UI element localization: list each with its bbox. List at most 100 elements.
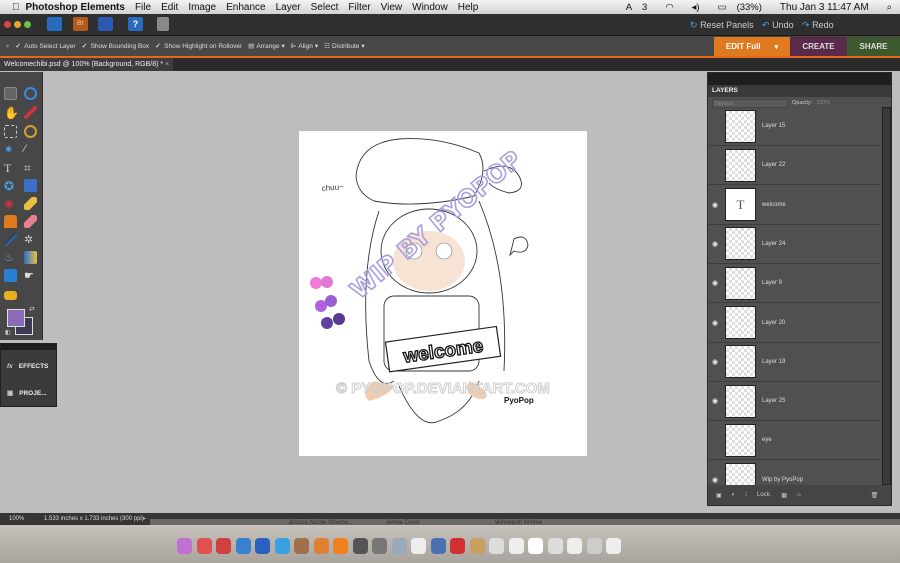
gradient-tool-icon[interactable] <box>24 251 37 264</box>
visibility-eye-icon[interactable]: ◉ <box>708 240 722 248</box>
link-layers-icon[interactable]: ⁞ <box>745 492 747 498</box>
healing-brush-tool-icon[interactable] <box>24 197 37 210</box>
menu-help[interactable]: Help <box>458 2 479 13</box>
move-tool-icon[interactable] <box>4 87 17 100</box>
dock-app-icon[interactable] <box>196 538 212 554</box>
arrange-dropdown[interactable]: ▤ Arrange ▾ <box>248 42 285 51</box>
dock-app-icon[interactable] <box>255 538 270 554</box>
layer-row[interactable]: ◉ Layer 24 <box>708 225 881 264</box>
menu-filter[interactable]: Filter <box>348 2 370 13</box>
smudge-tool-icon[interactable]: ☛ <box>24 269 37 282</box>
type-tool-icon[interactable]: T <box>4 161 17 175</box>
layers-scrollbar[interactable] <box>882 107 891 485</box>
visibility-eye-icon[interactable]: ◉ <box>708 397 722 405</box>
swap-colors-icon[interactable]: ⇄ <box>29 305 35 313</box>
lasso-tool-icon[interactable] <box>24 125 37 138</box>
dock-app-icon[interactable] <box>469 538 485 554</box>
hand-tool-icon[interactable]: ✋ <box>4 106 19 120</box>
cookie-cutter-tool-icon[interactable]: ✪ <box>4 179 17 193</box>
adjustment-layer-icon[interactable]: ◐ <box>732 492 736 498</box>
save-icon[interactable] <box>98 17 113 31</box>
dock-app-icon[interactable] <box>313 538 329 554</box>
menu-enhance[interactable]: Enhance <box>226 2 265 13</box>
dock-app-icon[interactable] <box>547 538 563 554</box>
dock-app-icon[interactable] <box>606 538 621 554</box>
distribute-dropdown[interactable]: ☷ Distribute ▾ <box>324 42 365 51</box>
menu-view[interactable]: View <box>381 2 403 13</box>
layout-icon[interactable] <box>157 17 169 31</box>
document-tab[interactable]: Welcomechibi.psd @ 100% (Background, RGB… <box>0 58 174 71</box>
bridge-button[interactable]: Br <box>73 17 88 31</box>
dock-app-icon[interactable] <box>177 538 192 554</box>
tab-share[interactable]: SHARE <box>847 37 900 56</box>
adobe-updates-icon[interactable]: A3 <box>626 2 648 13</box>
spotlight-icon[interactable]: ⌕ <box>887 2 892 13</box>
layer-row[interactable]: ◉ Layer 9 <box>708 264 881 304</box>
zoom-level[interactable]: 100% <box>9 513 24 525</box>
layer-row[interactable]: ◉ Twelcome <box>708 186 881 225</box>
close-tab-icon[interactable]: × <box>165 61 169 68</box>
auto-select-layer-checkbox[interactable]: ✓ Auto Select Layer <box>15 43 75 50</box>
dock-app-icon[interactable] <box>528 538 543 554</box>
default-colors-icon[interactable]: ◧ <box>5 329 11 336</box>
layer-row[interactable]: Layer 22 <box>708 146 881 186</box>
smart-brush-tool-icon[interactable]: ✲ <box>24 233 37 246</box>
dock-app-icon[interactable] <box>430 538 446 554</box>
dock-app-icon[interactable] <box>508 538 524 554</box>
close-window-button[interactable] <box>4 21 11 28</box>
visibility-eye-icon[interactable]: ◉ <box>708 476 722 484</box>
options-menu-icon[interactable]: ▾ <box>6 42 9 50</box>
delete-layer-icon[interactable]: 🗑 <box>871 492 879 499</box>
sponge-tool-icon[interactable] <box>4 291 17 300</box>
align-dropdown[interactable]: ⊫ Align ▾ <box>291 42 318 51</box>
status-menu-arrow-icon[interactable]: ▸ <box>143 513 146 525</box>
magic-wand-tool-icon[interactable]: ✷ <box>4 143 17 156</box>
opacity-input[interactable]: 100% <box>816 100 830 106</box>
layer-row[interactable]: Layer 15 <box>708 107 881 146</box>
show-highlight-checkbox[interactable]: ✓ Show Highlight on Rollover <box>155 43 242 50</box>
document-canvas[interactable]: WIP BY PYOPOP welcome chuu~ © PYOPOP.DEV… <box>299 131 587 456</box>
help-button[interactable]: ? <box>128 17 143 31</box>
reset-panels-button[interactable]: ↻ Reset Panels <box>690 20 754 31</box>
dock-app-icon[interactable] <box>372 538 387 554</box>
menu-file[interactable]: File <box>135 2 151 13</box>
dock-app-icon[interactable] <box>489 538 504 554</box>
clone-stamp-tool-icon[interactable] <box>4 215 17 228</box>
menu-layer[interactable]: Layer <box>276 2 301 13</box>
dock-app-icon[interactable] <box>391 538 407 554</box>
effects-panel-button[interactable]: fx EFFECTS <box>3 355 55 377</box>
tab-edit-full[interactable]: EDIT Full ▾ <box>714 37 790 56</box>
menu-window[interactable]: Window <box>412 2 448 13</box>
dock-app-icon[interactable] <box>567 538 582 554</box>
layer-row[interactable]: ◉ Layer 19 <box>708 343 881 382</box>
menu-edit[interactable]: Edit <box>161 2 178 13</box>
visibility-eye-icon[interactable]: ◉ <box>708 279 722 287</box>
tab-create[interactable]: CREATE <box>790 37 847 56</box>
menu-app-name[interactable]: Photoshop Elements <box>26 2 125 13</box>
menu-select[interactable]: Select <box>311 2 339 13</box>
paint-bucket-tool-icon[interactable]: ♨ <box>4 251 17 264</box>
project-bin-button[interactable]: ▣ PROJE... <box>3 382 55 404</box>
dock-app-icon[interactable] <box>352 538 368 554</box>
show-bounding-box-checkbox[interactable]: ✓ Show Bounding Box <box>82 43 150 50</box>
lock-all-icon[interactable]: ⌂ <box>797 492 801 498</box>
dock-app-icon[interactable] <box>294 538 309 554</box>
eraser-tool-icon[interactable] <box>24 215 37 228</box>
zoom-tool-icon[interactable] <box>24 87 37 100</box>
dock-app-icon[interactable] <box>333 538 348 554</box>
recompose-tool-icon[interactable] <box>24 179 37 192</box>
dock-app-icon[interactable] <box>586 538 602 554</box>
crop-tool-icon[interactable]: ⌗ <box>24 161 37 175</box>
undo-button[interactable]: ↶ Undo <box>762 20 794 31</box>
volume-icon[interactable]: ◂) <box>692 2 700 13</box>
new-file-icon[interactable] <box>47 17 62 31</box>
lock-transparency-icon[interactable]: ▦ <box>781 492 787 499</box>
battery-icon[interactable]: ▭ (33%) <box>718 2 762 13</box>
layer-row[interactable]: eye <box>708 421 881 461</box>
layer-row[interactable]: ◉ Wip by PyoPop <box>708 461 881 485</box>
dock-app-icon[interactable] <box>450 538 465 554</box>
brush-tool-icon[interactable] <box>4 233 17 246</box>
zoom-window-button[interactable] <box>24 21 31 28</box>
dock-app-icon[interactable] <box>216 538 231 554</box>
apple-icon[interactable]:  <box>12 2 20 13</box>
